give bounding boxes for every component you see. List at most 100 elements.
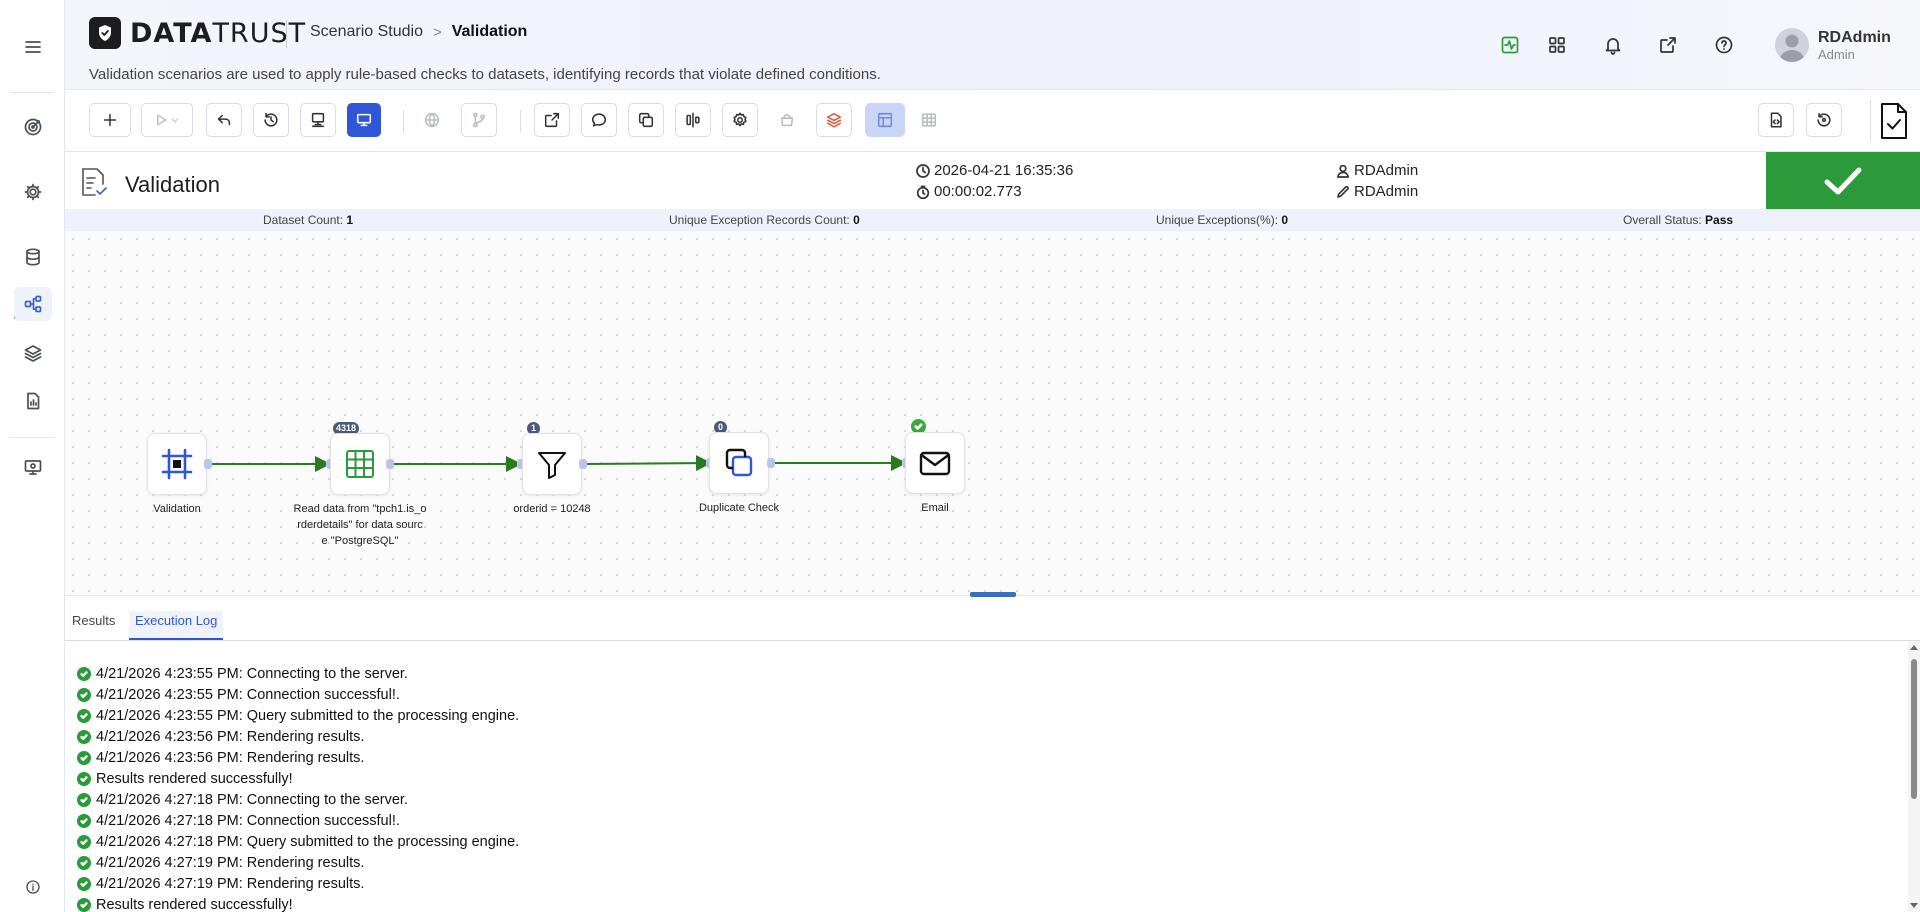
- flow-node-read-data[interactable]: [330, 433, 390, 495]
- status-badge: [1766, 152, 1920, 209]
- validate-document-button[interactable]: [1870, 100, 1910, 142]
- flow-canvas[interactable]: Validation 4318 Read data from "tpch1.is…: [65, 231, 1920, 595]
- log-entry: 4/21/2026 4:23:56 PM: Rendering results.: [65, 747, 1910, 768]
- monitor-icon: [356, 113, 372, 127]
- external-link-icon: [1660, 37, 1676, 53]
- activity-icon: [1501, 36, 1519, 54]
- unique-exception-records-count: Unique Exception Records Count: 0: [669, 213, 860, 227]
- brand-logo[interactable]: [89, 17, 121, 49]
- log-entry: Results rendered successfully!: [65, 894, 1910, 912]
- restore-button[interactable]: [1806, 103, 1842, 137]
- monitor-view-button[interactable]: [347, 103, 381, 137]
- sidebar-item-layers[interactable]: [14, 336, 52, 370]
- layout-icon: [877, 112, 893, 128]
- sidebar-item-workflow[interactable]: [14, 287, 52, 321]
- tab-execution-log[interactable]: Execution Log: [129, 611, 224, 640]
- unique-exceptions-percent: Unique Exceptions(%): 0: [1156, 213, 1289, 227]
- node-port[interactable]: [579, 459, 587, 469]
- sidebar-item-report[interactable]: [14, 384, 52, 418]
- clock-icon: [916, 163, 930, 178]
- branch-button[interactable]: [461, 103, 497, 137]
- script-button[interactable]: [1758, 103, 1794, 137]
- help-button[interactable]: [1711, 32, 1737, 58]
- layout-view-button[interactable]: [865, 103, 905, 137]
- success-check-icon: [77, 855, 91, 870]
- check-icon: [914, 423, 923, 430]
- scroll-thumb[interactable]: [1911, 659, 1917, 799]
- sidebar-item-target[interactable]: [14, 110, 52, 144]
- chevron-down-icon: [171, 118, 179, 123]
- scroll-up-icon[interactable]: [1910, 645, 1918, 650]
- hamburger-icon: [25, 41, 41, 53]
- file-code-icon: [1770, 112, 1782, 128]
- comment-icon: [591, 113, 607, 127]
- tab-results[interactable]: Results: [67, 611, 120, 640]
- check-icon: [1824, 167, 1862, 194]
- success-check-icon: [77, 708, 91, 723]
- success-check-icon: [77, 750, 91, 765]
- flow-node-validation[interactable]: [147, 433, 207, 495]
- node-port[interactable]: [767, 458, 775, 468]
- export-button[interactable]: [534, 103, 570, 137]
- brand-name: DATATRUST: [130, 18, 307, 49]
- open-external-button[interactable]: [1655, 32, 1681, 58]
- notifications-button[interactable]: [1600, 32, 1626, 58]
- deploy-button[interactable]: [300, 103, 336, 137]
- flow-node-filter[interactable]: [522, 433, 582, 495]
- log-scrollbar[interactable]: [1908, 641, 1920, 912]
- run-datetime: 2026-04-21 16:35:36: [916, 162, 1073, 179]
- align-button[interactable]: [675, 103, 711, 137]
- run-button[interactable]: [141, 103, 193, 137]
- sidebar-item-settings[interactable]: [14, 175, 52, 209]
- workflow-icon: [24, 295, 42, 313]
- shield-icon: [99, 25, 111, 41]
- log-entry: 4/21/2026 4:27:18 PM: Connecting to the …: [65, 789, 1910, 810]
- node-port[interactable]: [204, 459, 212, 469]
- log-entry: 4/21/2026 4:27:18 PM: Connection success…: [65, 810, 1910, 831]
- log-entry: 4/21/2026 4:27:19 PM: Rendering results.: [65, 852, 1910, 873]
- pencil-icon: [1337, 185, 1349, 198]
- copy-button[interactable]: [628, 103, 664, 137]
- external-link-icon: [544, 112, 560, 128]
- user-role: Admin: [1818, 47, 1855, 62]
- page-subtitle: Validation scenarios are used to apply r…: [89, 66, 881, 83]
- flow-node-label: orderid = 10248: [513, 503, 591, 515]
- flow-node-label: Read data from "tpch1.is_o rderdetails" …: [293, 503, 427, 547]
- breadcrumb-parent[interactable]: Scenario Studio: [310, 23, 423, 41]
- node-port[interactable]: [386, 459, 394, 469]
- success-check-icon: [77, 792, 91, 807]
- menu-toggle-button[interactable]: [14, 30, 52, 64]
- flow-node-duplicate-check[interactable]: [709, 432, 769, 494]
- apps-button[interactable]: [1544, 32, 1570, 58]
- comment-button[interactable]: [581, 103, 617, 137]
- apps-grid-icon: [1549, 37, 1565, 53]
- bucket-button[interactable]: [769, 103, 805, 137]
- sidebar-item-info[interactable]: [14, 870, 52, 904]
- user-name[interactable]: RDAdmin: [1818, 29, 1891, 47]
- rail-divider: [10, 92, 54, 93]
- splitter-handle[interactable]: [970, 592, 1016, 597]
- success-check-icon: [77, 876, 91, 891]
- overall-status: Overall Status: Pass: [1623, 213, 1734, 227]
- log-entry: 4/21/2026 4:27:18 PM: Query submitted to…: [65, 831, 1910, 852]
- layers-button[interactable]: [816, 103, 852, 137]
- play-icon: [157, 114, 167, 126]
- activity-button[interactable]: [1497, 32, 1523, 58]
- history-button[interactable]: [253, 103, 289, 137]
- settings-button[interactable]: [722, 103, 758, 137]
- table-view-button[interactable]: [911, 103, 947, 137]
- globe-button[interactable]: [414, 103, 450, 137]
- add-button[interactable]: [89, 103, 131, 137]
- undo-button[interactable]: [206, 103, 242, 137]
- sidebar-item-database[interactable]: [14, 240, 52, 274]
- sidebar-item-monitor[interactable]: [14, 450, 52, 484]
- log-text: Results rendered successfully!: [96, 770, 293, 787]
- layers-icon: [24, 345, 42, 362]
- chevron-right-icon: >: [432, 23, 442, 41]
- table-icon: [921, 113, 937, 127]
- log-entry: 4/21/2026 4:23:55 PM: Connection success…: [65, 684, 1910, 705]
- scroll-down-icon[interactable]: [1910, 903, 1918, 908]
- filter-icon: [538, 452, 566, 479]
- flow-node-email[interactable]: [905, 432, 965, 494]
- avatar[interactable]: [1775, 28, 1809, 62]
